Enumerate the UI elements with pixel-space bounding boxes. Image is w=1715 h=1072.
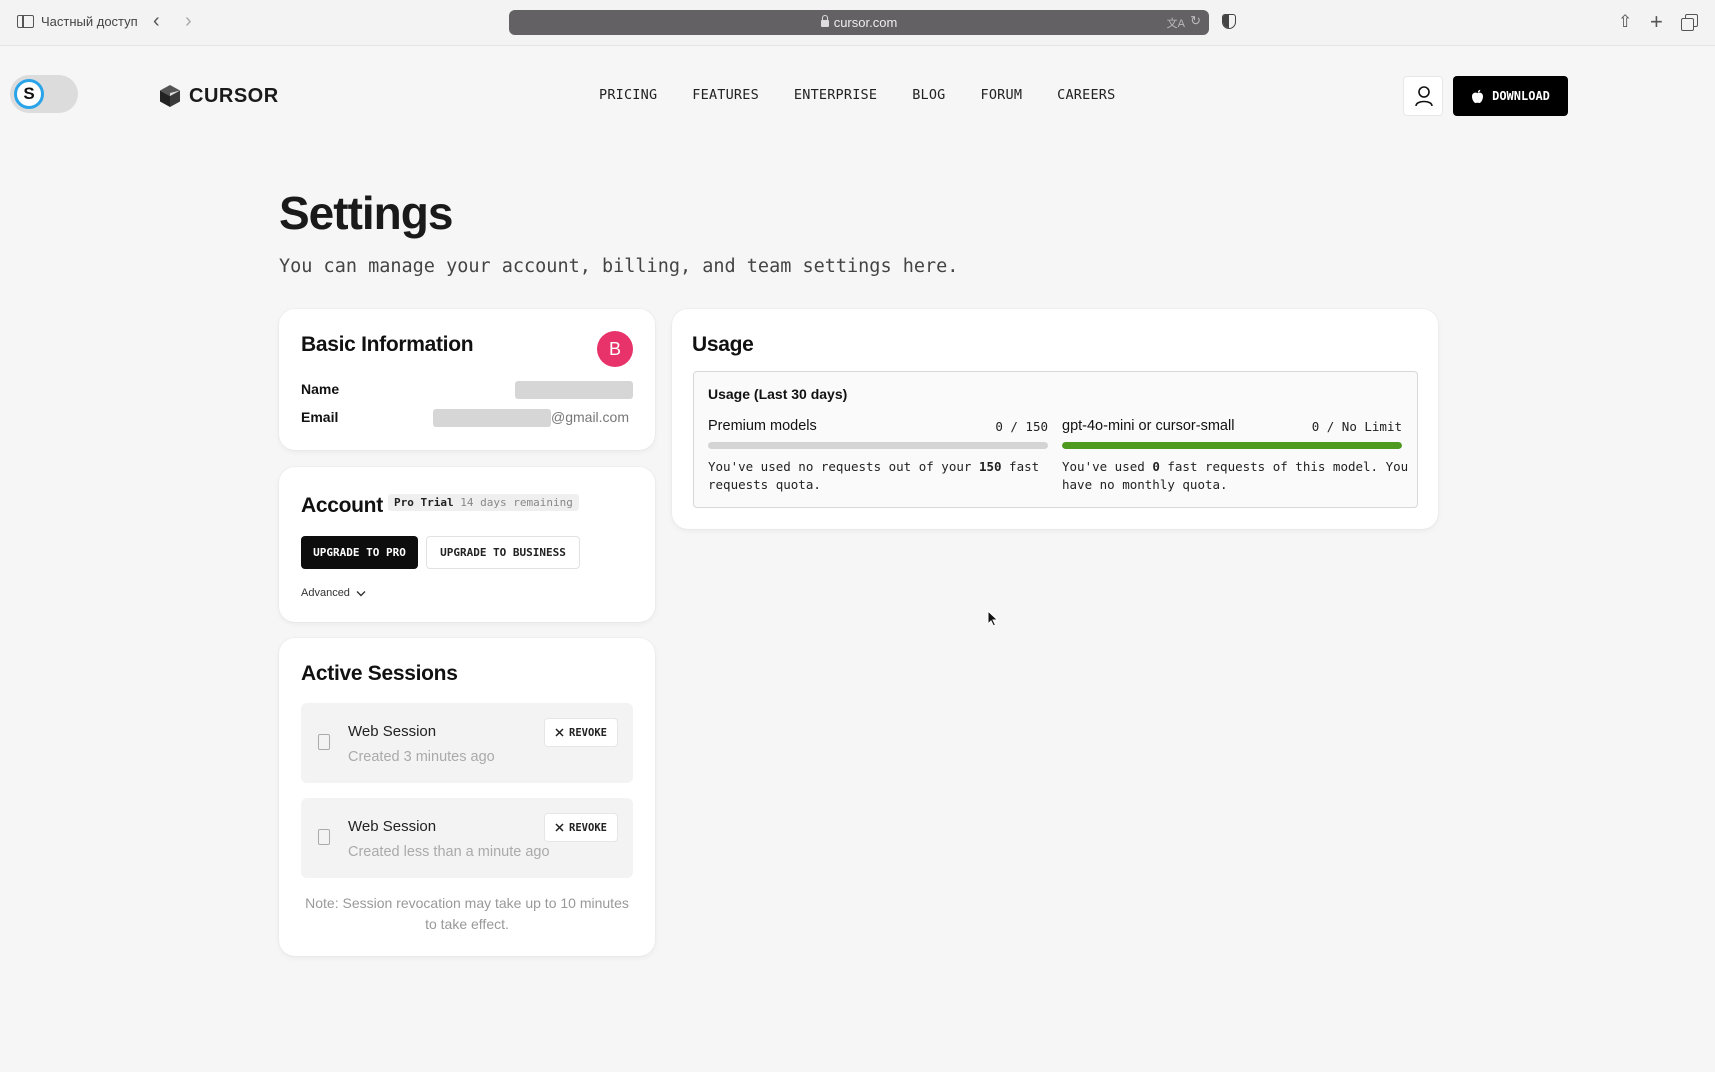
account-button[interactable] <box>1403 76 1443 116</box>
nav-features[interactable]: FEATURES <box>692 87 759 103</box>
email-domain: @gmail.com <box>551 409 630 425</box>
nav-forum[interactable]: FORUM <box>981 87 1023 103</box>
upgrade-to-pro-button[interactable]: UPGRADE TO PRO <box>301 536 418 569</box>
avatar: B <box>597 331 633 367</box>
close-icon <box>555 728 564 737</box>
usage-description: You've used no requests out of your 150 … <box>708 459 1040 492</box>
usage-progress-fill <box>1062 442 1402 449</box>
days-remaining: 14 days remaining <box>460 496 573 509</box>
apple-icon <box>1472 89 1484 103</box>
nav-enterprise[interactable]: ENTERPRISE <box>794 87 877 103</box>
redacted-email <box>433 409 551 427</box>
cursor-logo[interactable]: CURSOR <box>159 84 279 108</box>
device-icon <box>318 734 330 750</box>
plan-badge: Pro Trial 14 days remaining <box>388 494 579 511</box>
url-text: cursor.com <box>833 15 898 30</box>
session-name: Web Session <box>348 723 437 740</box>
extension-logo-icon: S <box>14 79 44 109</box>
advanced-label: Advanced <box>301 587 350 599</box>
revoke-label: REVOKE <box>569 821 607 834</box>
tab-overview-icon[interactable] <box>1681 14 1698 31</box>
share-icon[interactable]: ⇧ <box>1618 12 1632 32</box>
basic-information-card: Basic Information B Name Email @gmail.co… <box>279 309 655 450</box>
model-name: Premium models <box>708 418 817 434</box>
nav-pricing[interactable]: PRICING <box>599 87 657 103</box>
active-sessions-title: Active Sessions <box>301 662 458 685</box>
extension-toggle[interactable]: S <box>10 75 78 113</box>
revoke-label: REVOKE <box>569 726 607 739</box>
redacted-name <box>515 381 633 399</box>
forward-arrow-icon[interactable]: › <box>185 11 192 31</box>
session-created: Created less than a minute ago <box>348 844 550 860</box>
usage-count: 0 / 150 <box>995 419 1048 434</box>
cube-logo-icon <box>160 85 180 107</box>
revoke-button[interactable]: REVOKE <box>544 718 618 747</box>
sidebar-toggle-icon[interactable] <box>17 15 34 28</box>
account-card: Account Pro Trial 14 days remaining UPGR… <box>279 467 655 622</box>
lock-icon <box>820 15 829 27</box>
private-browsing-label: Частный доступ <box>41 14 138 29</box>
upgrade-to-business-button[interactable]: UPGRADE TO BUSINESS <box>426 536 580 569</box>
usage-progress-bar <box>708 442 1048 449</box>
active-sessions-card: Active Sessions Web Session Created 3 mi… <box>279 638 655 956</box>
back-arrow-icon[interactable]: ‹ <box>153 11 160 31</box>
translate-icon[interactable]: 文A <box>1167 15 1185 31</box>
usage-count: 0 / No Limit <box>1311 419 1402 434</box>
usage-progress-bar <box>1062 442 1402 449</box>
usage-card: Usage Usage (Last 30 days) Premium model… <box>672 309 1438 529</box>
device-icon <box>318 829 330 845</box>
session-revocation-note: Note: Session revocation may take up to … <box>305 895 629 932</box>
basic-information-title: Basic Information <box>301 333 474 356</box>
email-label: Email <box>301 409 339 425</box>
usage-title: Usage <box>692 333 754 356</box>
page-subtitle: You can manage your account, billing, an… <box>279 256 959 277</box>
plan-name: Pro Trial <box>394 496 454 509</box>
revoke-button[interactable]: REVOKE <box>544 813 618 842</box>
nav-careers[interactable]: CAREERS <box>1057 87 1115 103</box>
brand-name: CURSOR <box>189 84 279 107</box>
session-created: Created 3 minutes ago <box>348 749 495 765</box>
new-tab-icon[interactable]: + <box>1650 9 1663 35</box>
account-title: Account <box>301 494 383 517</box>
browser-toolbar: Частный доступ ‹ › cursor.com 文A ↻ ⇧ + <box>0 0 1715 46</box>
session-item: Web Session Created 3 minutes ago REVOKE <box>301 703 633 783</box>
download-button[interactable]: DOWNLOAD <box>1453 76 1568 116</box>
usage-description: You've used 0 fast requests of this mode… <box>1062 459 1409 492</box>
name-label: Name <box>301 381 340 397</box>
privacy-shield-icon[interactable] <box>1222 14 1236 29</box>
address-bar[interactable]: cursor.com 文A ↻ <box>509 10 1209 35</box>
usage-period-title: Usage (Last 30 days) <box>708 386 848 402</box>
reload-icon[interactable]: ↻ <box>1190 13 1201 29</box>
download-label: DOWNLOAD <box>1492 89 1550 103</box>
nav-blog[interactable]: BLOG <box>912 87 945 103</box>
user-icon <box>1415 86 1433 107</box>
mouse-pointer-icon <box>987 610 999 627</box>
session-name: Web Session <box>348 818 437 835</box>
advanced-toggle[interactable]: Advanced <box>301 587 366 599</box>
session-item: Web Session Created less than a minute a… <box>301 798 633 878</box>
close-icon <box>555 823 564 832</box>
chevron-down-icon <box>356 590 366 596</box>
main-nav: PRICING FEATURES ENTERPRISE BLOG FORUM C… <box>599 87 1150 103</box>
model-name: gpt-4o-mini or cursor-small <box>1062 418 1235 434</box>
page-title: Settings <box>279 187 453 239</box>
usage-summary-box: Usage (Last 30 days) Premium models 0 / … <box>693 371 1418 508</box>
